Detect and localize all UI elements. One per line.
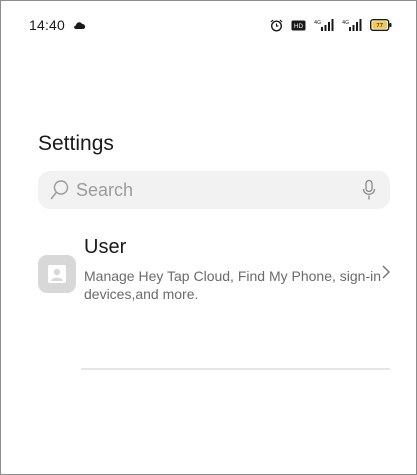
svg-text:HD: HD <box>294 23 304 30</box>
user-title: User <box>84 236 127 258</box>
microphone-icon[interactable] <box>362 179 376 201</box>
search-input[interactable]: Search <box>76 180 362 201</box>
status-time: 14:40 <box>29 17 66 33</box>
notification-cloud-icon <box>73 20 87 30</box>
search-bar[interactable]: Search <box>38 171 390 209</box>
battery-level: 77 <box>376 23 383 29</box>
alarm-icon <box>270 19 283 32</box>
status-right: HD 4G 4G 77 <box>270 19 392 32</box>
page-title: Settings <box>38 132 114 155</box>
user-account-item[interactable]: User Manage Hey Tap Cloud, Find My Phone… <box>38 235 398 315</box>
settings-screen: 14:40 HD 4G 4G 77 Settings Search User M… <box>0 0 417 475</box>
divider <box>81 368 390 370</box>
hd-icon: HD <box>291 20 306 31</box>
signal-4g-icon: 4G <box>342 19 362 31</box>
search-icon <box>50 179 70 201</box>
svg-text:4G: 4G <box>342 20 349 26</box>
signal-4g-icon: 4G <box>314 19 334 31</box>
battery-icon: 77 <box>370 19 392 31</box>
status-left: 14:40 <box>29 17 87 33</box>
user-avatar-icon <box>38 255 76 293</box>
status-bar: 14:40 HD 4G 4G 77 <box>29 15 392 35</box>
user-description: Manage Hey Tap Cloud, Find My Phone, sig… <box>84 268 382 302</box>
svg-text:4G: 4G <box>314 20 321 26</box>
chevron-right-icon <box>382 265 390 279</box>
